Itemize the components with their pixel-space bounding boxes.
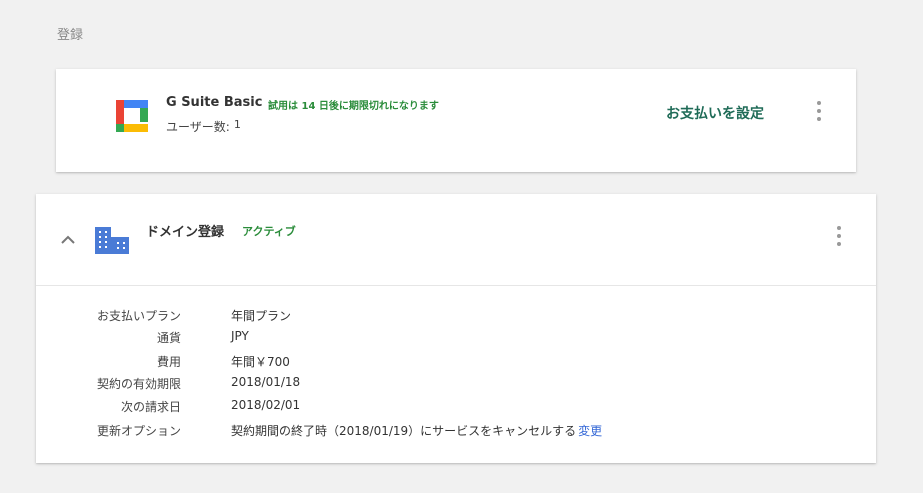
subscription-card: G Suite Basic 試用は 14 日後に期限切れになります ユーザー数:…	[56, 69, 856, 172]
gsuite-logo-icon	[116, 100, 148, 132]
detail-label: お支払いプラン	[96, 309, 181, 323]
users-row: ユーザー数: 1	[166, 118, 241, 135]
detail-row-renewal: 更新オプション 契約期間の終了時（2018/01/19）にサービスをキャンセルす…	[36, 422, 836, 442]
detail-row-next-billing: 次の請求日 2018/02/01	[36, 398, 836, 418]
detail-value: 年間プラン	[231, 309, 292, 323]
domain-card: ドメイン登録 アクティブ お支払いプラン 年間プラン 通貨 JPY 費用 年間￥…	[36, 194, 876, 463]
detail-label: 更新オプション	[96, 424, 181, 438]
detail-value: 年間￥700	[231, 355, 290, 369]
page-title: 登録	[57, 28, 84, 43]
setup-payment-button[interactable]: お支払いを設定	[666, 103, 764, 123]
chevron-up-icon[interactable]	[58, 232, 78, 246]
detail-row-currency: 通貨 JPY	[36, 329, 836, 349]
more-options-icon[interactable]	[833, 226, 845, 246]
domain-title: ドメイン登録	[146, 225, 225, 240]
detail-row-expiry: 契約の有効期限 2018/01/18	[36, 375, 836, 395]
building-icon	[95, 227, 129, 254]
detail-value: 2018/01/18	[231, 375, 301, 389]
detail-value-renewal: 契約期間の終了時（2018/01/19）にサービスをキャンセルする 変更	[231, 422, 602, 439]
detail-label: 契約の有効期限	[96, 377, 181, 391]
product-name: G Suite Basic	[166, 95, 263, 110]
detail-value: JPY	[231, 329, 249, 343]
users-label: ユーザー数:	[166, 120, 230, 134]
detail-value: 2018/02/01	[231, 398, 301, 412]
detail-row-cost: 費用 年間￥700	[36, 353, 836, 373]
detail-label: 次の請求日	[120, 400, 181, 414]
more-options-icon[interactable]	[813, 101, 825, 121]
detail-label: 費用	[156, 355, 181, 369]
detail-row-plan: お支払いプラン 年間プラン	[36, 307, 836, 327]
change-link[interactable]: 変更	[578, 424, 602, 438]
users-count: 1	[233, 118, 241, 131]
renewal-text: 契約期間の終了時（2018/01/19）にサービスをキャンセルする	[231, 424, 577, 438]
status-badge: アクティブ	[242, 225, 296, 238]
trial-notice: 試用は 14 日後に期限切れになります	[268, 101, 439, 112]
detail-label: 通貨	[156, 331, 181, 345]
divider	[36, 285, 876, 286]
